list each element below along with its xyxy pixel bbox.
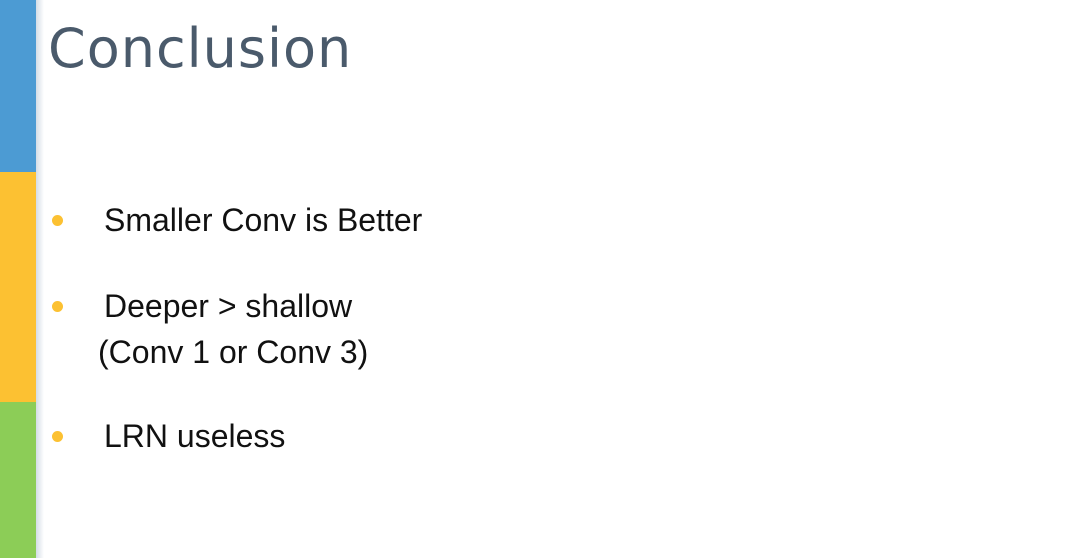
bullet-dot-icon (52, 431, 63, 442)
slide: Conclusion Smaller Conv is Better Deeper… (0, 0, 1078, 558)
bullet-dot-icon (52, 301, 63, 312)
bullet-text: Smaller Conv is Better (104, 202, 423, 238)
accent-band-middle (0, 172, 36, 402)
bullet-text: LRN useless (104, 418, 286, 454)
accent-band-bottom (0, 402, 36, 558)
band-shadow (36, 0, 44, 558)
slide-title: Conclusion (48, 17, 353, 80)
bullet-dot-icon (52, 215, 63, 226)
bullet-subtext: (Conv 1 or Conv 3) (98, 334, 369, 370)
bullet-text: Deeper > shallow (104, 288, 353, 324)
accent-band-top (0, 0, 36, 172)
